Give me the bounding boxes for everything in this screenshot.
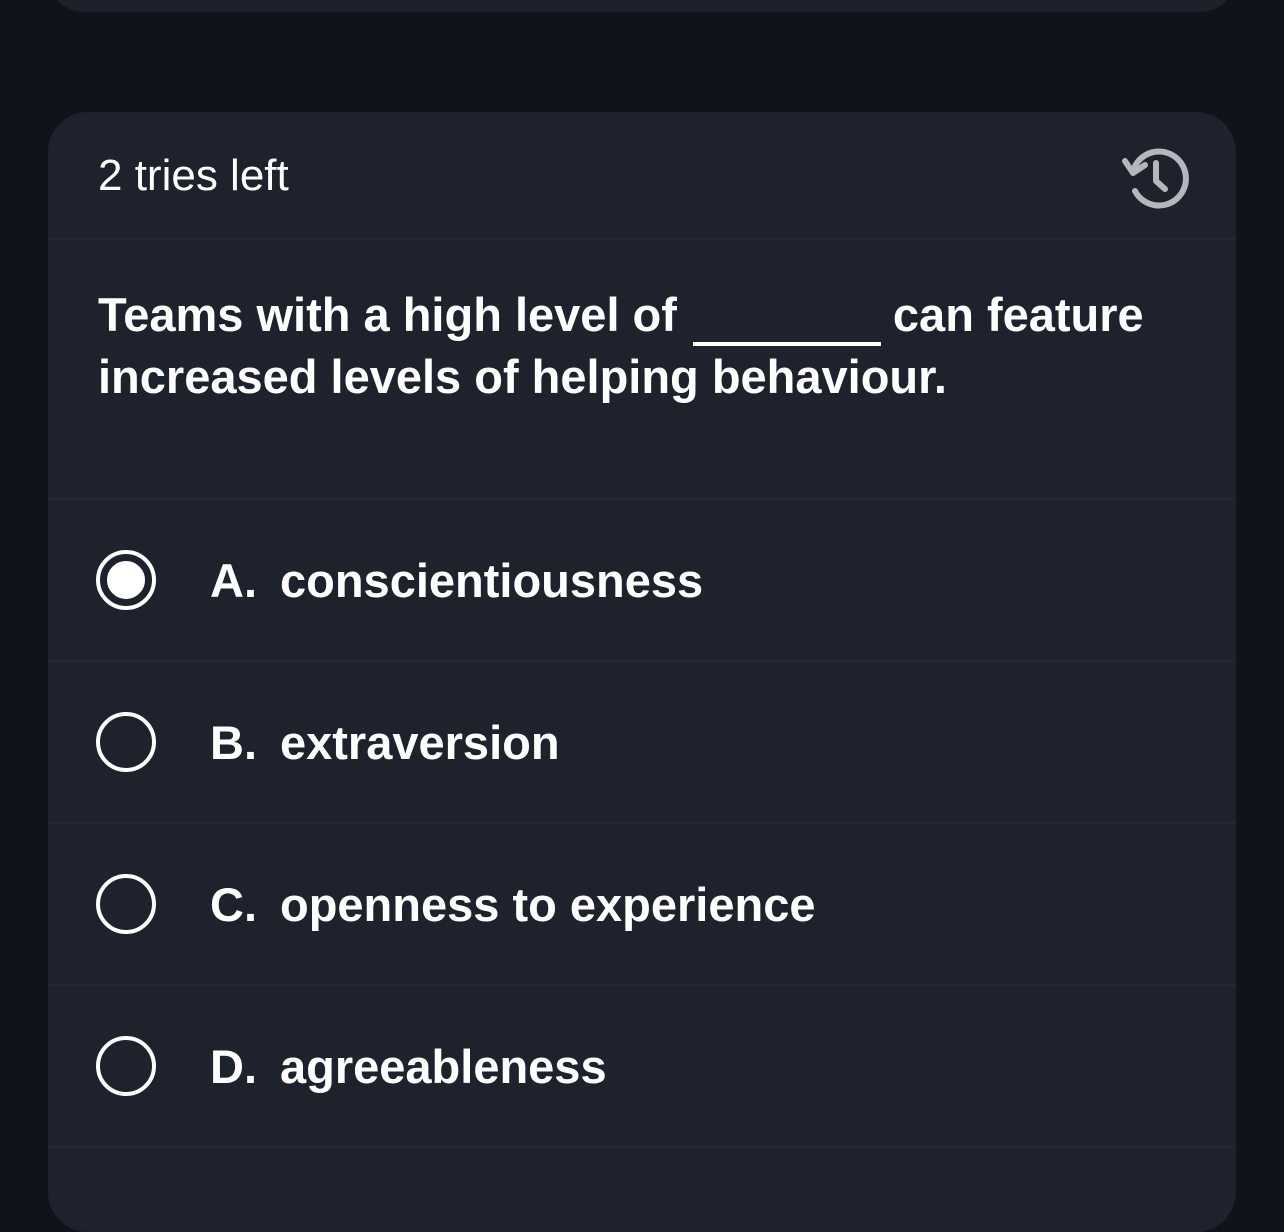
radio-button-a[interactable] xyxy=(96,550,156,610)
radio-selected-dot xyxy=(103,557,149,603)
question-before-blank: Teams with a high level of xyxy=(98,288,677,341)
answer-blank xyxy=(692,284,881,346)
tries-left-label: 2 tries left xyxy=(98,151,289,200)
option-a[interactable]: A. conscientiousness xyxy=(48,500,1236,662)
option-c[interactable]: C. openness to experience xyxy=(48,824,1236,986)
option-text: openness to experience xyxy=(280,877,816,931)
question-block: Teams with a high level of can feature i… xyxy=(48,240,1236,500)
radio-button-b[interactable] xyxy=(96,712,156,772)
radio-button-c[interactable] xyxy=(96,874,156,934)
option-text: extraversion xyxy=(280,715,560,769)
history-icon xyxy=(1122,148,1189,209)
card-header: 2 tries left xyxy=(48,112,1236,240)
option-letter: A. xyxy=(210,553,257,607)
option-letter: D. xyxy=(210,1039,257,1093)
option-text: agreeableness xyxy=(280,1039,607,1093)
answer-options: A. conscientiousness B. extraversion C. … xyxy=(48,500,1236,1148)
question-text: Teams with a high level of can feature i… xyxy=(98,286,1178,406)
previous-card xyxy=(48,0,1236,12)
option-letter: B. xyxy=(210,715,257,769)
option-letter: C. xyxy=(210,877,257,931)
history-button[interactable] xyxy=(1116,138,1196,218)
option-d[interactable]: D. agreeableness xyxy=(48,986,1236,1148)
radio-button-d[interactable] xyxy=(96,1036,156,1096)
question-card: 2 tries left Teams with a high level of … xyxy=(48,112,1236,1232)
option-b[interactable]: B. extraversion xyxy=(48,662,1236,824)
option-text: conscientiousness xyxy=(280,553,704,607)
